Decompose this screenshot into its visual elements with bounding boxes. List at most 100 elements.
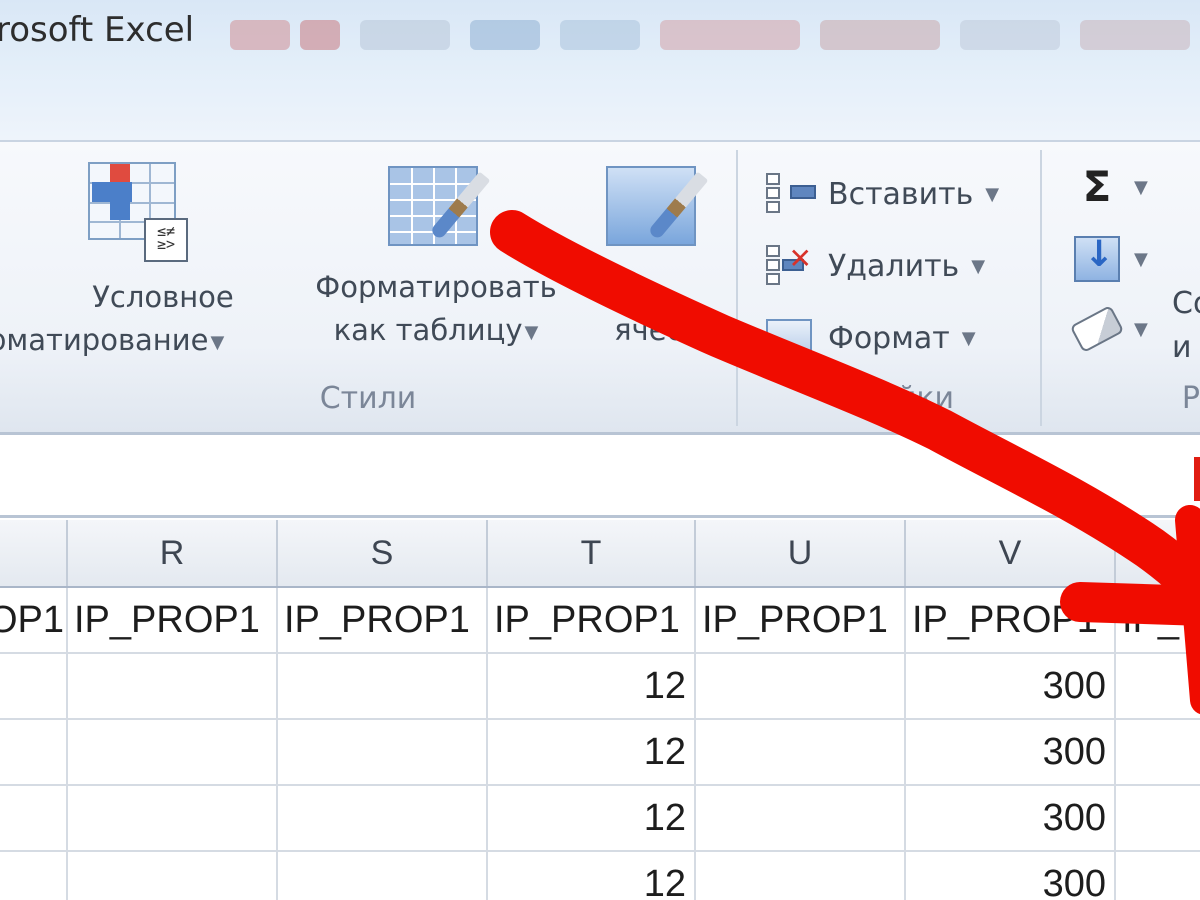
column-header-u[interactable]: U	[696, 520, 906, 586]
chevron-down-icon: ▼	[985, 183, 1000, 205]
table-cell[interactable]	[0, 786, 68, 850]
table-cell[interactable]	[0, 852, 68, 900]
quick-access-icon[interactable]	[820, 20, 940, 50]
table-cell[interactable]	[696, 720, 906, 784]
table-cell[interactable]: 300	[906, 852, 1116, 900]
table-row: 12 300	[0, 786, 1200, 852]
table-cell[interactable]: 300	[906, 720, 1116, 784]
chevron-down-icon: ▼	[1134, 176, 1148, 198]
fill-button[interactable]: ▼	[1074, 234, 1148, 282]
format-label: Формат	[828, 320, 950, 356]
delete-cells-icon: ✕	[766, 245, 820, 287]
table-cell[interactable]: IP_PROP1	[696, 588, 906, 652]
styles-group: ≤≠ ≥> Условное рматирование ▼ Форматироват…	[0, 150, 738, 426]
conditional-formatting-button[interactable]: ≤≠ ≥> Условное рматирование ▼	[0, 162, 288, 364]
quick-access-icon[interactable]	[660, 20, 800, 50]
table-cell[interactable]	[278, 720, 488, 784]
column-header-r[interactable]: R	[68, 520, 278, 586]
table-cell[interactable]	[696, 786, 906, 850]
table-cell[interactable]	[68, 654, 278, 718]
table-cell[interactable]	[68, 786, 278, 850]
quick-access-icon[interactable]	[960, 20, 1060, 50]
delete-label: Удалить	[828, 248, 960, 284]
table-cell[interactable]: 300	[906, 654, 1116, 718]
format-as-table-button[interactable]: Форматировать как таблицу ▼	[296, 162, 576, 354]
table-cell[interactable]: 12	[488, 852, 696, 900]
spreadsheet-grid[interactable]: R S T U V OP1 IP_PROP1 IP_PROP1 IP_PROP1…	[0, 520, 1200, 900]
table-cell[interactable]	[1116, 852, 1200, 900]
table-row: 12 300	[0, 852, 1200, 900]
table-cell[interactable]: 12	[488, 720, 696, 784]
chevron-down-icon: ▼	[210, 331, 225, 353]
table-cell[interactable]: IP_PROP1	[278, 588, 488, 652]
chevron-down-icon: ▼	[1134, 318, 1148, 340]
conditional-formatting-icon: ≤≠ ≥>	[88, 162, 188, 262]
editing-group: Σ ▼ ▼ ▼ Со и Р	[1046, 150, 1200, 426]
window-title: rosoft Excel	[0, 10, 195, 50]
clear-button[interactable]: ▼	[1069, 304, 1148, 354]
chevron-down-icon: ▼	[524, 321, 539, 343]
table-cell[interactable]	[1116, 654, 1200, 718]
sort-filter-label-2[interactable]: и	[1172, 330, 1192, 365]
table-cell[interactable]: 12	[488, 654, 696, 718]
cell-styles-label-2: ячеек	[614, 313, 702, 347]
table-row: 12 300	[0, 654, 1200, 720]
conditional-formatting-label-2: рматирование	[0, 323, 209, 357]
table-cell[interactable]: IP_PROP1	[906, 588, 1116, 652]
table-cell[interactable]	[1116, 786, 1200, 850]
table-cell[interactable]	[0, 654, 68, 718]
delete-button[interactable]: ✕ Удалить ▼	[766, 238, 985, 294]
formula-bar[interactable]	[0, 432, 1200, 518]
column-header[interactable]	[0, 520, 68, 586]
sort-filter-label-1[interactable]: Со	[1172, 286, 1200, 321]
quick-access-icon[interactable]	[360, 20, 450, 50]
cells-group: Вставить ▼ ✕ Удалить ▼ Формат ▼ йки	[742, 150, 1042, 426]
insert-button[interactable]: Вставить ▼	[766, 166, 999, 222]
conditional-formatting-label-1: Условное	[92, 280, 234, 314]
table-cell[interactable]: 300	[906, 786, 1116, 850]
sigma-icon: Σ	[1082, 162, 1112, 211]
table-cell[interactable]: IP_PROP1	[68, 588, 278, 652]
chevron-down-icon: ▼	[961, 327, 976, 349]
chevron-down-icon: ▼	[971, 255, 986, 277]
column-header-v[interactable]: V	[906, 520, 1116, 586]
table-cell[interactable]	[68, 720, 278, 784]
autosum-button[interactable]: Σ ▼	[1074, 164, 1148, 210]
fill-down-icon	[1074, 234, 1120, 282]
table-cell[interactable]	[696, 654, 906, 718]
formula-bar-marker	[1194, 457, 1200, 501]
format-cells-icon	[766, 317, 820, 359]
insert-cells-icon	[766, 173, 820, 215]
table-cell[interactable]: IP_PROP1	[488, 588, 696, 652]
quick-access-icon[interactable]	[1080, 20, 1190, 50]
editing-group-label: Р	[1181, 381, 1200, 416]
table-cell[interactable]	[278, 654, 488, 718]
quick-access-icon[interactable]	[560, 20, 640, 50]
table-cell[interactable]	[278, 786, 488, 850]
cell-styles-label-1	[588, 266, 728, 309]
column-header-t[interactable]: T	[488, 520, 696, 586]
format-as-table-icon	[388, 162, 491, 252]
table-row: 12 300	[0, 720, 1200, 786]
cell-styles-icon	[606, 162, 709, 252]
table-cell[interactable]	[0, 720, 68, 784]
quick-access-icon[interactable]	[470, 20, 540, 50]
table-cell[interactable]: OP1	[0, 588, 68, 652]
cell-styles-button[interactable]: ячеек	[588, 162, 728, 352]
column-headers: R S T U V	[0, 520, 1200, 588]
column-header[interactable]	[1116, 520, 1200, 586]
quick-access-icon[interactable]	[230, 20, 290, 50]
column-header-s[interactable]: S	[278, 520, 488, 586]
format-button[interactable]: Формат ▼	[766, 310, 976, 366]
eraser-icon	[1069, 304, 1125, 354]
quick-access-icon[interactable]	[300, 20, 340, 50]
table-cell[interactable]: IP_	[1116, 588, 1200, 652]
table-cell[interactable]	[68, 852, 278, 900]
format-as-table-label-2: как таблицу	[333, 313, 523, 347]
table-cell[interactable]	[1116, 720, 1200, 784]
table-cell[interactable]	[278, 852, 488, 900]
table-cell[interactable]: 12	[488, 786, 696, 850]
format-as-table-label-1: Форматировать	[315, 270, 557, 304]
chevron-down-icon: ▼	[1134, 248, 1148, 270]
table-cell[interactable]	[696, 852, 906, 900]
